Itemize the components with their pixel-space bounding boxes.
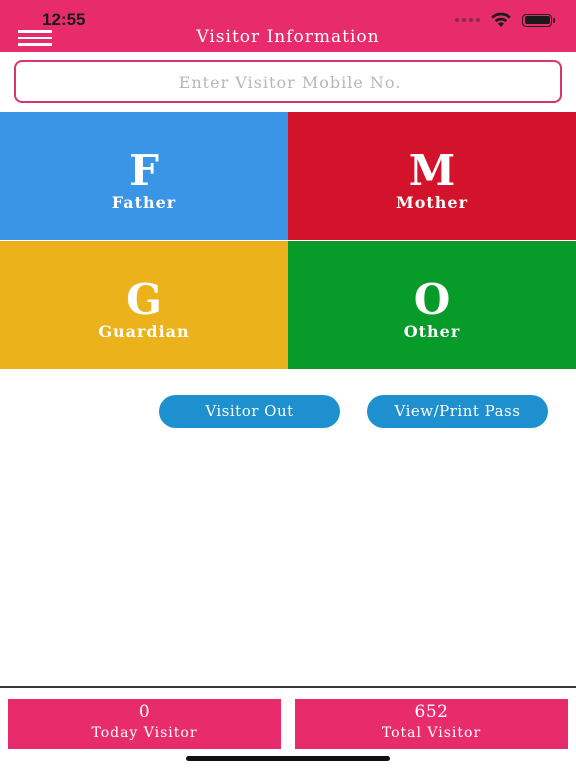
view-print-pass-button[interactable]: View/Print Pass	[367, 395, 548, 428]
total-visitor-label: Total Visitor	[381, 725, 482, 741]
tile-label: Other	[403, 322, 461, 341]
footer-divider	[0, 686, 576, 688]
tile-letter: F	[129, 146, 159, 195]
status-icons	[455, 12, 555, 28]
total-visitor-stat: 652 Total Visitor	[295, 699, 568, 749]
visitor-type-grid: F Father M Mother G Guardian O Other	[0, 112, 576, 369]
wifi-icon	[491, 12, 511, 27]
cellular-dots-icon	[455, 18, 480, 22]
visitor-type-other-button[interactable]: O Other	[288, 241, 576, 369]
app-header: 12:55 Visitor Information	[0, 0, 576, 52]
tile-letter: O	[413, 275, 451, 324]
today-visitor-stat: 0 Today Visitor	[8, 699, 281, 749]
visitor-type-guardian-button[interactable]: G Guardian	[0, 241, 288, 369]
visitor-mobile-input[interactable]	[16, 62, 564, 103]
mobile-search-field	[14, 60, 564, 103]
page-title: Visitor Information	[196, 27, 380, 47]
visitor-type-mother-button[interactable]: M Mother	[288, 112, 576, 240]
total-visitor-count: 652	[414, 702, 449, 722]
tile-label: Father	[111, 193, 177, 212]
tile-letter: M	[408, 146, 456, 195]
battery-icon	[522, 13, 555, 27]
today-visitor-label: Today Visitor	[91, 725, 198, 741]
home-indicator[interactable]	[186, 756, 390, 761]
tile-letter: G	[126, 275, 162, 324]
tile-label: Guardian	[98, 322, 190, 341]
today-visitor-count: 0	[138, 702, 151, 722]
visitor-out-button[interactable]: Visitor Out	[159, 395, 340, 428]
visitor-type-father-button[interactable]: F Father	[0, 112, 288, 240]
tile-label: Mother	[395, 193, 468, 212]
